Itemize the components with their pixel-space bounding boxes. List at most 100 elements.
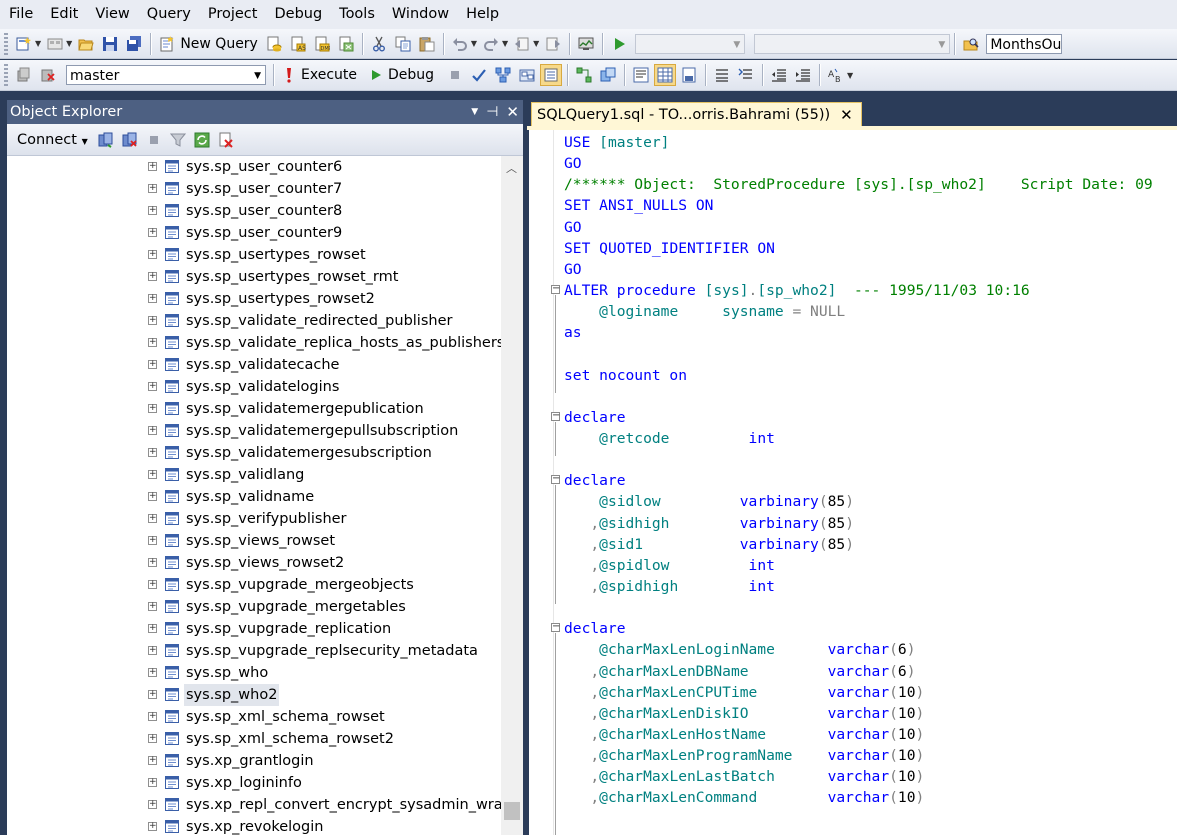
tree-item[interactable]: + sys.sp_verifypublisher xyxy=(7,508,501,530)
disconnect-button[interactable] xyxy=(37,64,59,86)
tree-item[interactable]: + sys.sp_vupgrade_mergetables xyxy=(7,596,501,618)
menu-project[interactable]: Project xyxy=(199,0,266,29)
collapse-icon[interactable]: − xyxy=(551,410,560,421)
expand-icon[interactable]: + xyxy=(148,184,157,193)
tree-item[interactable]: + sys.sp_validname xyxy=(7,486,501,508)
menu-tools[interactable]: Tools xyxy=(330,0,383,29)
scroll-up-icon[interactable]: ︿ xyxy=(506,160,517,176)
expand-icon[interactable]: + xyxy=(148,470,157,479)
new-project-button[interactable] xyxy=(13,33,35,55)
oe-filter-button[interactable] xyxy=(167,129,189,151)
navigate-forward-button[interactable] xyxy=(542,33,564,55)
collapse-icon[interactable]: − xyxy=(551,283,560,294)
tree-item[interactable]: + sys.sp_who xyxy=(7,662,501,684)
oe-disconnect-button[interactable] xyxy=(119,129,141,151)
tree-item[interactable]: + sys.sp_xml_schema_rowset2 xyxy=(7,728,501,750)
xmla-query-button[interactable] xyxy=(335,33,357,55)
chevron-down-icon[interactable]: ▼ xyxy=(35,39,41,48)
tree-item[interactable]: + sys.sp_validatemergesubscription xyxy=(7,442,501,464)
specify-values-button[interactable]: AB xyxy=(825,64,847,86)
tab-sqlquery1[interactable]: SQLQuery1.sql - TO...orris.Bahrami (55))… xyxy=(531,102,862,126)
parse-button[interactable] xyxy=(468,64,490,86)
expand-icon[interactable]: + xyxy=(148,228,157,237)
chevron-down-icon[interactable]: ▼ xyxy=(502,39,508,48)
solution-configuration-combo[interactable]: ▼ xyxy=(635,33,746,54)
expand-icon[interactable]: + xyxy=(148,338,157,347)
find-combo[interactable]: MonthsOu xyxy=(986,33,1063,54)
results-to-grid-button[interactable] xyxy=(654,64,677,86)
analysis-query-button[interactable]: AS xyxy=(287,33,309,55)
tree-item[interactable]: + sys.sp_usertypes_rowset2 xyxy=(7,288,501,310)
save-button[interactable] xyxy=(99,33,121,55)
open-file-button[interactable] xyxy=(75,33,97,55)
tree-item[interactable]: + sys.sp_validatelogins xyxy=(7,376,501,398)
chevron-down-icon[interactable]: ▼ xyxy=(533,39,539,48)
tree-item[interactable]: + sys.sp_vupgrade_mergeobjects xyxy=(7,574,501,596)
query-editor[interactable]: USE [master] GO /****** Object: StoredProc… xyxy=(529,130,1177,835)
tree-item[interactable]: + sys.sp_views_rowset2 xyxy=(7,552,501,574)
tree-item[interactable]: + sys.sp_who2 xyxy=(7,684,501,706)
expand-icon[interactable]: + xyxy=(148,448,157,457)
code-area[interactable]: USE [master] GO /****** Object: StoredProc… xyxy=(551,132,1177,809)
cancel-query-button[interactable] xyxy=(444,64,466,86)
copy-button[interactable] xyxy=(392,33,414,55)
expand-icon[interactable]: + xyxy=(148,514,157,523)
chevron-down-icon[interactable]: ▼ xyxy=(66,39,72,48)
results-to-file-button[interactable] xyxy=(678,64,700,86)
tree-item[interactable]: + sys.sp_user_counter8 xyxy=(7,200,501,222)
expand-icon[interactable]: + xyxy=(148,800,157,809)
mdx-query-button[interactable]: DMX xyxy=(311,33,333,55)
expand-icon[interactable]: + xyxy=(148,712,157,721)
execute-button[interactable]: Execute xyxy=(278,64,361,86)
close-icon[interactable]: ✕ xyxy=(506,103,519,121)
include-actual-plan-button[interactable] xyxy=(573,64,595,86)
menu-query[interactable]: Query xyxy=(138,0,199,29)
menu-file[interactable]: File xyxy=(0,0,41,29)
tree-item[interactable]: + sys.sp_usertypes_rowset xyxy=(7,244,501,266)
tree-item[interactable]: + sys.sp_user_counter6 xyxy=(7,156,501,178)
start-debugging-button[interactable] xyxy=(608,33,630,55)
tree-item[interactable]: + sys.sp_validate_replica_hosts_as_publis… xyxy=(7,332,501,354)
connect-button[interactable] xyxy=(13,64,35,86)
expand-icon[interactable]: + xyxy=(148,690,157,699)
pin-icon[interactable]: ⊣ xyxy=(486,104,498,120)
tree-item[interactable]: + sys.sp_vupgrade_replsecurity_metadata xyxy=(7,640,501,662)
oe-remove-filter-button[interactable] xyxy=(215,129,237,151)
expand-icon[interactable]: + xyxy=(148,624,157,633)
expand-icon[interactable]: + xyxy=(148,646,157,655)
paste-button[interactable] xyxy=(416,33,438,55)
expand-icon[interactable]: + xyxy=(148,272,157,281)
db-engine-query-button[interactable] xyxy=(263,33,285,55)
expand-icon[interactable]: + xyxy=(148,492,157,501)
oe-stop-button[interactable] xyxy=(143,129,165,151)
add-item-button[interactable] xyxy=(44,33,66,55)
undo-button[interactable] xyxy=(449,33,471,55)
debug-button[interactable]: Debug xyxy=(365,64,438,86)
window-position-icon[interactable]: ▼ xyxy=(471,107,478,117)
expand-icon[interactable]: + xyxy=(148,580,157,589)
tree-item[interactable]: + sys.sp_vupgrade_replication xyxy=(7,618,501,640)
expand-icon[interactable]: + xyxy=(148,206,157,215)
menu-window[interactable]: Window xyxy=(383,0,457,29)
redo-button[interactable] xyxy=(480,33,502,55)
expand-icon[interactable]: + xyxy=(148,404,157,413)
results-to-text-button[interactable] xyxy=(630,64,652,86)
increase-indent-button[interactable] xyxy=(792,64,814,86)
tree-item[interactable]: + sys.sp_xml_schema_rowset xyxy=(7,706,501,728)
oe-connect-button[interactable] xyxy=(95,129,117,151)
tree-item[interactable]: + sys.xp_grantlogin xyxy=(7,750,501,772)
toolbar-grip[interactable] xyxy=(4,64,8,86)
expand-icon[interactable]: + xyxy=(148,602,157,611)
tree-item[interactable]: + sys.sp_usertypes_rowset_rmt xyxy=(7,266,501,288)
tree-item[interactable]: + sys.sp_user_counter9 xyxy=(7,222,501,244)
expand-icon[interactable]: + xyxy=(148,250,157,259)
toolbar-overflow-icon[interactable]: ▼ xyxy=(847,71,853,80)
connect-dropdown[interactable]: Connect ▼ xyxy=(7,132,94,148)
scrollbar-thumb[interactable] xyxy=(504,802,520,820)
expand-icon[interactable]: + xyxy=(148,426,157,435)
expand-icon[interactable]: + xyxy=(148,536,157,545)
tree-item[interactable]: + sys.sp_user_counter7 xyxy=(7,178,501,200)
menu-edit[interactable]: Edit xyxy=(41,0,86,29)
expand-icon[interactable]: + xyxy=(148,668,157,677)
expand-icon[interactable]: + xyxy=(148,360,157,369)
